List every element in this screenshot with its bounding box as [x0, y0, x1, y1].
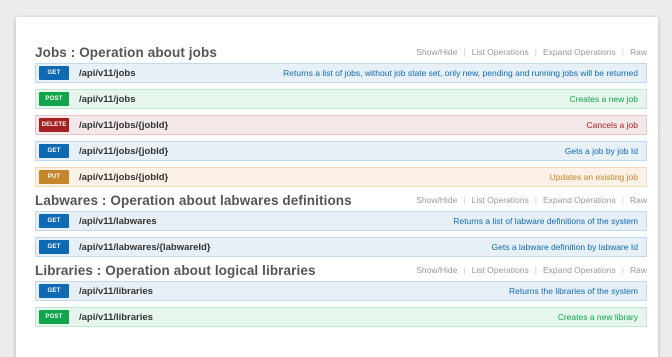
list-operations-link[interactable]: List Operations	[472, 265, 529, 275]
endpoint-description[interactable]: Creates a new library	[558, 312, 638, 322]
endpoint-path[interactable]: /api/v11/jobs/{jobId}	[79, 172, 168, 183]
endpoint-path[interactable]: /api/v11/labwares/{labwareId}	[79, 242, 211, 253]
endpoint-description[interactable]: Gets a labware definition by labware Id	[492, 242, 638, 252]
section-header: Jobs : Operation about jobs Show/Hide | …	[35, 45, 647, 60]
http-method-badge: POST	[39, 310, 69, 324]
http-method-badge: GET	[39, 240, 69, 254]
section-libraries: Libraries : Operation about logical libr…	[35, 263, 647, 327]
api-docs-panel: Jobs : Operation about jobs Show/Hide | …	[16, 17, 658, 357]
section-title[interactable]: Jobs : Operation about jobs	[35, 45, 217, 60]
http-method-badge: GET	[39, 66, 69, 80]
expand-operations-link[interactable]: Expand Operations	[543, 265, 616, 275]
http-method-badge: GET	[39, 214, 69, 228]
endpoint-description[interactable]: Returns the libraries of the system	[509, 286, 638, 296]
http-method-badge: GET	[39, 284, 69, 298]
endpoint-row-post-libraries[interactable]: POST /api/v11/libraries Creates a new li…	[35, 307, 647, 327]
endpoint-row-delete-job[interactable]: DELETE /api/v11/jobs/{jobId} Cancels a j…	[35, 115, 647, 135]
endpoint-description[interactable]: Creates a new job	[569, 94, 638, 104]
section-jobs: Jobs : Operation about jobs Show/Hide | …	[35, 45, 647, 187]
link-separator: |	[534, 195, 537, 205]
show-hide-link[interactable]: Show/Hide	[416, 195, 457, 205]
show-hide-link[interactable]: Show/Hide	[416, 265, 457, 275]
section-links: Show/Hide | List Operations | Expand Ope…	[416, 195, 647, 205]
endpoint-description[interactable]: Gets a job by job Id	[565, 146, 638, 156]
section-links: Show/Hide | List Operations | Expand Ope…	[416, 265, 647, 275]
endpoint-row-get-jobs[interactable]: GET /api/v11/jobs Returns a list of jobs…	[35, 63, 647, 83]
link-separator: |	[463, 47, 466, 57]
section-header: Labwares : Operation about labwares defi…	[35, 193, 647, 208]
list-operations-link[interactable]: List Operations	[472, 195, 529, 205]
endpoint-row-get-libraries[interactable]: GET /api/v11/libraries Returns the libra…	[35, 281, 647, 301]
endpoint-row-put-job[interactable]: PUT /api/v11/jobs/{jobId} Updates an exi…	[35, 167, 647, 187]
endpoint-path[interactable]: /api/v11/libraries	[79, 286, 153, 297]
expand-operations-link[interactable]: Expand Operations	[543, 195, 616, 205]
endpoint-description[interactable]: Returns a list of jobs, without job stat…	[283, 68, 638, 78]
section-labwares: Labwares : Operation about labwares defi…	[35, 193, 647, 257]
endpoint-path[interactable]: /api/v11/labwares	[79, 216, 157, 227]
link-separator: |	[463, 195, 466, 205]
raw-link[interactable]: Raw	[630, 47, 647, 57]
endpoint-row-get-labware[interactable]: GET /api/v11/labwares/{labwareId} Gets a…	[35, 237, 647, 257]
endpoint-description[interactable]: Returns a list of labware definitions of…	[453, 216, 638, 226]
endpoint-description[interactable]: Updates an existing job	[550, 172, 638, 182]
endpoint-row-get-labwares[interactable]: GET /api/v11/labwares Returns a list of …	[35, 211, 647, 231]
endpoint-path[interactable]: /api/v11/jobs/{jobId}	[79, 146, 168, 157]
http-method-badge: PUT	[39, 170, 69, 184]
endpoint-path[interactable]: /api/v11/jobs	[79, 68, 136, 79]
section-links: Show/Hide | List Operations | Expand Ope…	[416, 47, 647, 57]
endpoint-description[interactable]: Cancels a job	[586, 120, 638, 130]
endpoint-path[interactable]: /api/v11/jobs/{jobId}	[79, 120, 168, 131]
raw-link[interactable]: Raw	[630, 195, 647, 205]
raw-link[interactable]: Raw	[630, 265, 647, 275]
link-separator: |	[621, 265, 624, 275]
link-separator: |	[621, 195, 624, 205]
link-separator: |	[534, 265, 537, 275]
section-title[interactable]: Libraries : Operation about logical libr…	[35, 263, 316, 278]
section-header: Libraries : Operation about logical libr…	[35, 263, 647, 278]
link-separator: |	[463, 265, 466, 275]
link-separator: |	[534, 47, 537, 57]
endpoint-path[interactable]: /api/v11/jobs	[79, 94, 136, 105]
section-title[interactable]: Labwares : Operation about labwares defi…	[35, 193, 352, 208]
link-separator: |	[621, 47, 624, 57]
endpoint-row-post-jobs[interactable]: POST /api/v11/jobs Creates a new job	[35, 89, 647, 109]
http-method-badge: GET	[39, 144, 69, 158]
show-hide-link[interactable]: Show/Hide	[416, 47, 457, 57]
http-method-badge: POST	[39, 92, 69, 106]
endpoint-path[interactable]: /api/v11/libraries	[79, 312, 153, 323]
expand-operations-link[interactable]: Expand Operations	[543, 47, 616, 57]
http-method-badge: DELETE	[39, 118, 69, 132]
list-operations-link[interactable]: List Operations	[472, 47, 529, 57]
endpoint-row-get-job[interactable]: GET /api/v11/jobs/{jobId} Gets a job by …	[35, 141, 647, 161]
